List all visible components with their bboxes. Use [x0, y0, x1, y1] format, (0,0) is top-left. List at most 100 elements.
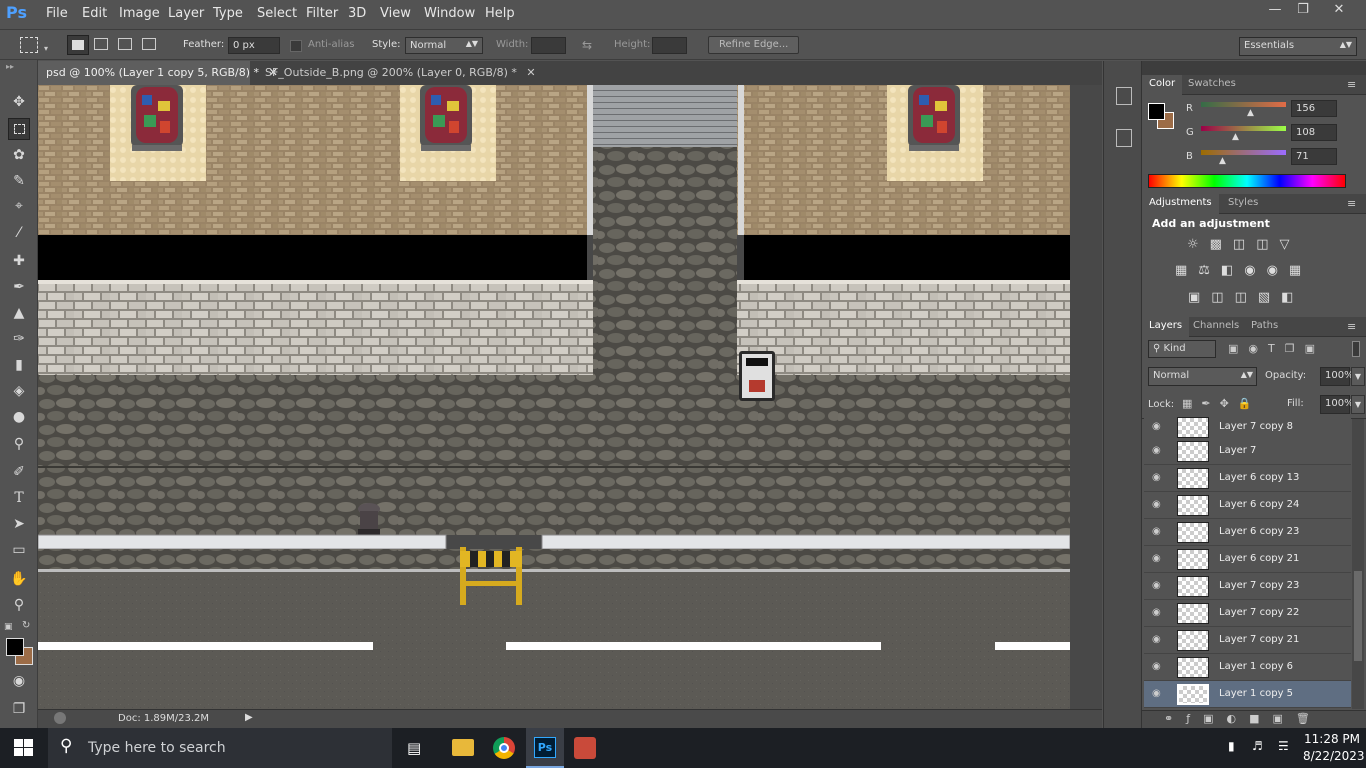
- tab-channels[interactable]: Channels: [1186, 317, 1246, 337]
- tab-document-1[interactable]: psd @ 100% (Layer 1 copy 5, RGB/8) * ✕: [38, 61, 278, 85]
- clock-time[interactable]: 11:28 PM: [1304, 732, 1360, 746]
- layers-scrollbar[interactable]: [1352, 419, 1364, 709]
- fill-dropdown-icon[interactable]: ▼: [1351, 395, 1365, 414]
- layer-filter-select[interactable]: ⚲ Kind: [1148, 340, 1216, 358]
- rpg-maker-icon[interactable]: [574, 737, 596, 759]
- layer-row[interactable]: ◉ Layer 7 copy 22: [1144, 600, 1351, 627]
- blur-tool-icon[interactable]: ●: [8, 406, 30, 428]
- clock-date[interactable]: 8/22/2023: [1303, 749, 1365, 763]
- fill-input[interactable]: 100%: [1320, 395, 1354, 414]
- new-selection-icon[interactable]: [67, 35, 89, 55]
- tab-styles[interactable]: Styles: [1221, 194, 1265, 214]
- g-slider[interactable]: [1201, 126, 1286, 131]
- close-icon[interactable]: ✕: [1324, 0, 1354, 20]
- workspace-select[interactable]: Essentials ▲▼: [1239, 37, 1357, 56]
- menu-file[interactable]: File: [46, 6, 68, 21]
- menu-layer[interactable]: Layer: [168, 6, 204, 21]
- swap-colors-icon[interactable]: ↻: [22, 620, 30, 631]
- swap-icon[interactable]: ⇆: [582, 38, 592, 52]
- volume-icon[interactable]: ♬: [1252, 739, 1263, 753]
- quick-select-tool-icon[interactable]: ✎: [8, 170, 30, 192]
- eye-icon[interactable]: ◉: [1152, 634, 1166, 646]
- eye-icon[interactable]: ◉: [1152, 472, 1166, 484]
- eye-icon[interactable]: ◉: [1152, 421, 1166, 433]
- eye-icon[interactable]: ◉: [1152, 607, 1166, 619]
- document-canvas[interactable]: [38, 85, 1102, 709]
- eraser-tool-icon[interactable]: ▮: [8, 354, 30, 376]
- subtract-selection-icon[interactable]: [118, 38, 132, 50]
- healing-tool-icon[interactable]: ✚: [8, 250, 30, 272]
- stamp-tool-icon[interactable]: ▲: [8, 302, 30, 324]
- panel-menu-icon[interactable]: ≡: [1347, 197, 1356, 210]
- opacity-dropdown-icon[interactable]: ▼: [1351, 367, 1365, 386]
- marquee-preset-icon[interactable]: [20, 37, 38, 53]
- history-icon[interactable]: [1116, 87, 1132, 105]
- blend-mode-select[interactable]: Normal ▲▼: [1148, 367, 1257, 386]
- canvas-area[interactable]: [38, 85, 1102, 709]
- lasso-tool-icon[interactable]: ✿: [8, 144, 30, 166]
- scrollbar-thumb[interactable]: [1354, 571, 1362, 661]
- width-input[interactable]: [531, 37, 566, 54]
- menu-filter[interactable]: Filter: [306, 6, 338, 21]
- hand-tool-icon[interactable]: ✋: [8, 568, 30, 590]
- zoom-tool-icon[interactable]: ⚲: [8, 594, 30, 616]
- eye-icon[interactable]: ◉: [1152, 445, 1166, 457]
- eye-icon[interactable]: ◉: [1152, 688, 1166, 700]
- move-tool-icon[interactable]: ✥: [8, 91, 30, 113]
- layer-action-icons[interactable]: ⚭ƒ▣◐■▣🗑: [1164, 712, 1323, 725]
- menu-select[interactable]: Select: [257, 6, 297, 21]
- layer-row[interactable]: ◉ Layer 7 copy 8: [1144, 414, 1351, 441]
- network-icon[interactable]: ☴: [1278, 739, 1289, 753]
- r-slider-thumb[interactable]: ▲: [1247, 108, 1254, 118]
- menu-image[interactable]: Image: [119, 6, 160, 21]
- intersect-selection-icon[interactable]: [142, 38, 156, 50]
- r-slider[interactable]: [1201, 102, 1286, 107]
- panel-menu-icon[interactable]: ≡: [1347, 78, 1356, 91]
- refine-edge-button[interactable]: Refine Edge...: [708, 36, 800, 54]
- layer-row[interactable]: ◉ Layer 6 copy 13: [1144, 465, 1351, 492]
- tab-document-2[interactable]: SF_Outside_B.png @ 200% (Layer 0, RGB/8)…: [257, 61, 544, 85]
- close-tab-icon[interactable]: ✕: [526, 66, 535, 79]
- lock-icons[interactable]: ▦✒✥🔒: [1182, 397, 1261, 410]
- quick-mask-icon[interactable]: ◉: [8, 670, 30, 692]
- menu-view[interactable]: View: [380, 6, 411, 21]
- panel-menu-icon[interactable]: ≡: [1347, 320, 1356, 333]
- opacity-input[interactable]: 100%: [1320, 367, 1354, 386]
- g-slider-thumb[interactable]: ▲: [1232, 132, 1239, 142]
- history-brush-tool-icon[interactable]: ✑: [8, 328, 30, 350]
- task-view-icon[interactable]: ▤: [407, 739, 421, 757]
- file-explorer-icon[interactable]: [452, 739, 474, 756]
- antialias-checkbox[interactable]: [290, 40, 302, 52]
- height-input[interactable]: [652, 37, 687, 54]
- eye-icon[interactable]: ◉: [1152, 580, 1166, 592]
- layer-row[interactable]: ◉ Layer 7 copy 21: [1144, 627, 1351, 654]
- eye-icon[interactable]: ◉: [1152, 661, 1166, 673]
- menu-window[interactable]: Window: [424, 6, 475, 21]
- menu-edit[interactable]: Edit: [82, 6, 107, 21]
- adjustment-icons-row-1[interactable]: ☼▩◫◫▽: [1187, 237, 1301, 252]
- layer-row[interactable]: ◉ Layer 6 copy 24: [1144, 492, 1351, 519]
- tab-adjustments[interactable]: Adjustments: [1142, 194, 1219, 214]
- share-icon[interactable]: [54, 712, 66, 724]
- path-select-tool-icon[interactable]: ➤: [8, 513, 30, 535]
- tab-layers[interactable]: Layers: [1142, 317, 1190, 337]
- taskbar-search-box[interactable]: ⚲ Type here to search: [48, 728, 392, 768]
- tab-color[interactable]: Color: [1142, 75, 1183, 95]
- layer-row[interactable]: ◉ Layer 7: [1144, 438, 1351, 465]
- color-spectrum[interactable]: [1148, 174, 1346, 188]
- layer-row[interactable]: ◉ Layer 7 copy 23: [1144, 573, 1351, 600]
- r-value-input[interactable]: 156: [1291, 100, 1337, 117]
- add-selection-icon[interactable]: [94, 38, 108, 50]
- layer-row[interactable]: ◉ Layer 6 copy 23: [1144, 519, 1351, 546]
- restore-icon[interactable]: ❐: [1288, 0, 1318, 20]
- menu-type[interactable]: Type: [213, 6, 243, 21]
- eyedropper-tool-icon[interactable]: ⁄: [8, 222, 30, 244]
- photoshop-taskbar-button[interactable]: Ps: [526, 728, 564, 768]
- chevron-down-icon[interactable]: ▾: [44, 44, 48, 53]
- battery-icon[interactable]: ▮: [1228, 739, 1235, 753]
- eye-icon[interactable]: ◉: [1152, 499, 1166, 511]
- layer-row[interactable]: ◉ Layer 1 copy 6: [1144, 654, 1351, 681]
- tab-swatches[interactable]: Swatches: [1181, 75, 1243, 95]
- b-value-input[interactable]: 71: [1291, 148, 1337, 165]
- properties-icon[interactable]: [1116, 129, 1132, 147]
